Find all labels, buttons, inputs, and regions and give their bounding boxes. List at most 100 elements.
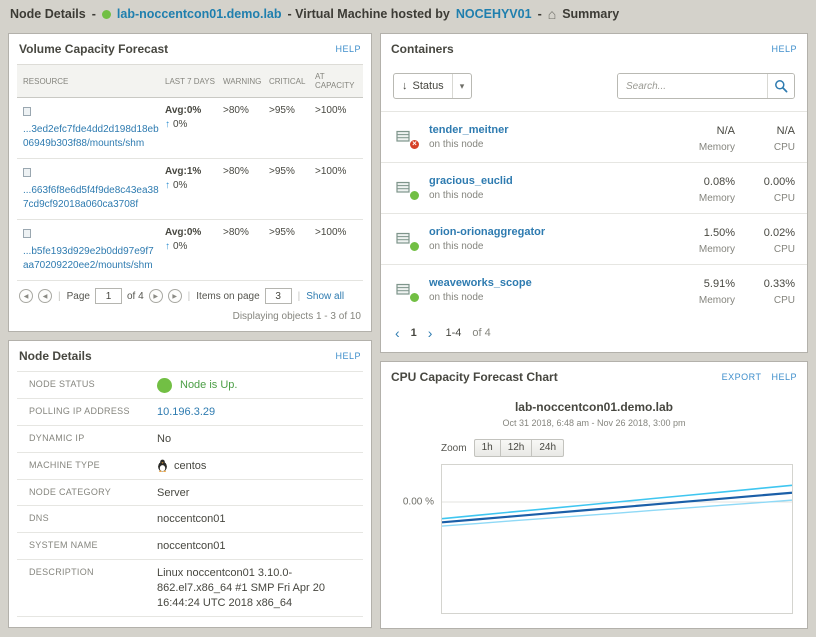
polling-ip-link[interactable]: 10.196.3.29 bbox=[157, 406, 215, 418]
column-last7days: LAST 7 DAYS bbox=[163, 70, 221, 93]
resource-link[interactable]: ...663f6f8e6d5f4f9de8c43ea387cd9cf92018a… bbox=[23, 184, 159, 212]
show-all-link[interactable]: Show all bbox=[306, 291, 344, 302]
list-item: orion-orionaggregator on this node 1.50%… bbox=[381, 213, 807, 264]
page-total: of 4 bbox=[472, 327, 490, 339]
warning-threshold: >80% bbox=[221, 159, 267, 184]
items-on-page-input[interactable] bbox=[265, 288, 292, 304]
detail-row: DYNAMIC IP No bbox=[17, 426, 363, 453]
first-page-button[interactable]: ◀ bbox=[19, 289, 33, 303]
panel-header: CPU Capacity Forecast Chart EXPORT HELP bbox=[381, 362, 807, 390]
volume-icon bbox=[23, 168, 31, 177]
page-number[interactable]: 1 bbox=[411, 327, 417, 339]
home-icon: ⌂ bbox=[548, 7, 556, 21]
cpu-label: CPU bbox=[751, 142, 795, 153]
search-button[interactable] bbox=[767, 74, 794, 98]
container-status-badge bbox=[409, 241, 420, 252]
page-label: Page bbox=[67, 291, 90, 302]
list-item: × tender_meitner on this node N/AMemory … bbox=[381, 111, 807, 162]
detail-row: NODE CATEGORY Server bbox=[17, 480, 363, 507]
host-name-link[interactable]: NOCEHYV01 bbox=[456, 7, 532, 21]
container-icon bbox=[395, 229, 419, 250]
detail-row: DNS noccentcon01 bbox=[17, 506, 363, 533]
separator: | bbox=[297, 291, 302, 302]
container-icon bbox=[395, 280, 419, 301]
list-item: gracious_euclid on this node 0.08%Memory… bbox=[381, 162, 807, 213]
volume-table: RESOURCE LAST 7 DAYS WARNING CRITICAL AT… bbox=[17, 64, 363, 281]
last-page-button[interactable]: ▶ bbox=[168, 289, 182, 303]
avg-value: Avg:1% bbox=[165, 166, 219, 177]
warning-threshold: >80% bbox=[221, 220, 267, 245]
zoom-12h-button[interactable]: 12h bbox=[501, 439, 533, 457]
zoom-24h-button[interactable]: 24h bbox=[532, 439, 564, 457]
detail-label: NODE STATUS bbox=[17, 372, 155, 398]
separator: | bbox=[57, 291, 62, 302]
column-resource: RESOURCE bbox=[17, 70, 163, 93]
containers-pagination: ‹ 1 › 1-4 of 4 bbox=[381, 315, 807, 352]
prev-page-chevron[interactable]: ‹ bbox=[395, 326, 400, 340]
resource-link[interactable]: ...3ed2efc7fde4dd2d198d18eb06949b303f88/… bbox=[23, 123, 159, 151]
detail-value: Linux noccentcon01 3.10.0-862.el7.x86_64… bbox=[155, 560, 345, 616]
volume-capacity-forecast-panel: Volume Capacity Forecast HELP RESOURCE L… bbox=[8, 33, 372, 332]
y-axis: 0.00 % bbox=[395, 464, 441, 614]
container-name-link[interactable]: weaveworks_scope bbox=[429, 277, 532, 289]
separator: - bbox=[538, 7, 542, 21]
search-input[interactable] bbox=[618, 74, 767, 98]
zoom-1h-button[interactable]: 1h bbox=[474, 439, 501, 457]
chart-area: 0.00 % bbox=[395, 464, 793, 614]
container-name-link[interactable]: tender_meitner bbox=[429, 124, 508, 136]
separator: - bbox=[92, 7, 96, 21]
node-up-status-icon bbox=[157, 378, 172, 393]
node-details-panel: Node Details HELP NODE STATUS Node is Up… bbox=[8, 340, 372, 628]
list-item: weaveworks_scope on this node 5.91%Memor… bbox=[381, 264, 807, 315]
memory-label: Memory bbox=[691, 193, 735, 204]
critical-threshold: >95% bbox=[267, 98, 311, 123]
detail-label: DESCRIPTION bbox=[17, 560, 155, 616]
page-range: 1-4 bbox=[445, 327, 461, 339]
next-page-button[interactable]: ▶ bbox=[149, 289, 163, 303]
trend-up-icon: ↑ bbox=[165, 119, 170, 130]
warning-threshold: >80% bbox=[221, 98, 267, 123]
node-name-link[interactable]: lab-noccentcon01.demo.lab bbox=[117, 7, 282, 21]
table-pagination: ◀ ◀ | Page of 4 ▶ ▶ | Items on page | Sh… bbox=[9, 281, 371, 306]
detail-value: Server bbox=[155, 480, 363, 506]
page-of-label: of 4 bbox=[127, 291, 144, 302]
panel-title: Volume Capacity Forecast bbox=[19, 42, 168, 56]
volume-icon bbox=[23, 107, 31, 116]
resource-link[interactable]: ...b5fe193d929e2b0dd97e9f7aa70209220ee2/… bbox=[23, 245, 159, 273]
cpu-forecast-plot bbox=[441, 464, 793, 614]
avg-value: Avg:0% bbox=[165, 105, 219, 116]
panel-title: CPU Capacity Forecast Chart bbox=[391, 370, 558, 384]
page-number-input[interactable] bbox=[95, 288, 122, 304]
panel-header: Volume Capacity Forecast HELP bbox=[9, 34, 371, 62]
cpu-label: CPU bbox=[751, 295, 795, 306]
containers-panel: Containers HELP ↓ Status ▾ bbox=[380, 33, 808, 353]
table-row: ...3ed2efc7fde4dd2d198d18eb06949b303f88/… bbox=[17, 98, 363, 159]
container-status-badge bbox=[409, 292, 420, 303]
help-link[interactable]: HELP bbox=[771, 372, 797, 382]
chart-title: lab-noccentcon01.demo.lab bbox=[395, 400, 793, 414]
help-link[interactable]: HELP bbox=[771, 44, 797, 54]
help-link[interactable]: HELP bbox=[335, 44, 361, 54]
volume-icon bbox=[23, 229, 31, 238]
export-link[interactable]: EXPORT bbox=[722, 372, 762, 382]
node-status-text: Node is Up. bbox=[180, 378, 237, 393]
container-name-link[interactable]: orion-orionaggregator bbox=[429, 226, 545, 238]
detail-row: POLLING IP ADDRESS 10.196.3.29 bbox=[17, 399, 363, 426]
search-icon bbox=[774, 79, 788, 93]
detail-label: SYSTEM NAME bbox=[17, 533, 155, 559]
detail-label: DNS bbox=[17, 506, 155, 532]
next-page-chevron[interactable]: › bbox=[428, 326, 433, 340]
prev-page-button[interactable]: ◀ bbox=[38, 289, 52, 303]
container-name-link[interactable]: gracious_euclid bbox=[429, 175, 513, 187]
zoom-label: Zoom bbox=[441, 443, 467, 454]
penguin-os-icon bbox=[157, 459, 168, 472]
containers-toolbar: ↓ Status ▾ bbox=[381, 62, 807, 111]
cpu-value: 0.00% bbox=[764, 176, 795, 188]
summary-view-link[interactable]: Summary bbox=[562, 7, 619, 21]
node-details-table: NODE STATUS Node is Up. POLLING IP ADDRE… bbox=[17, 371, 363, 617]
status-filter-button[interactable]: ↓ Status ▾ bbox=[393, 73, 472, 99]
detail-label: POLLING IP ADDRESS bbox=[17, 399, 155, 425]
column-critical: CRITICAL bbox=[267, 70, 311, 93]
chart-date-range: Oct 31 2018, 6:48 am - Nov 26 2018, 3:00… bbox=[395, 418, 793, 428]
help-link[interactable]: HELP bbox=[335, 351, 361, 361]
